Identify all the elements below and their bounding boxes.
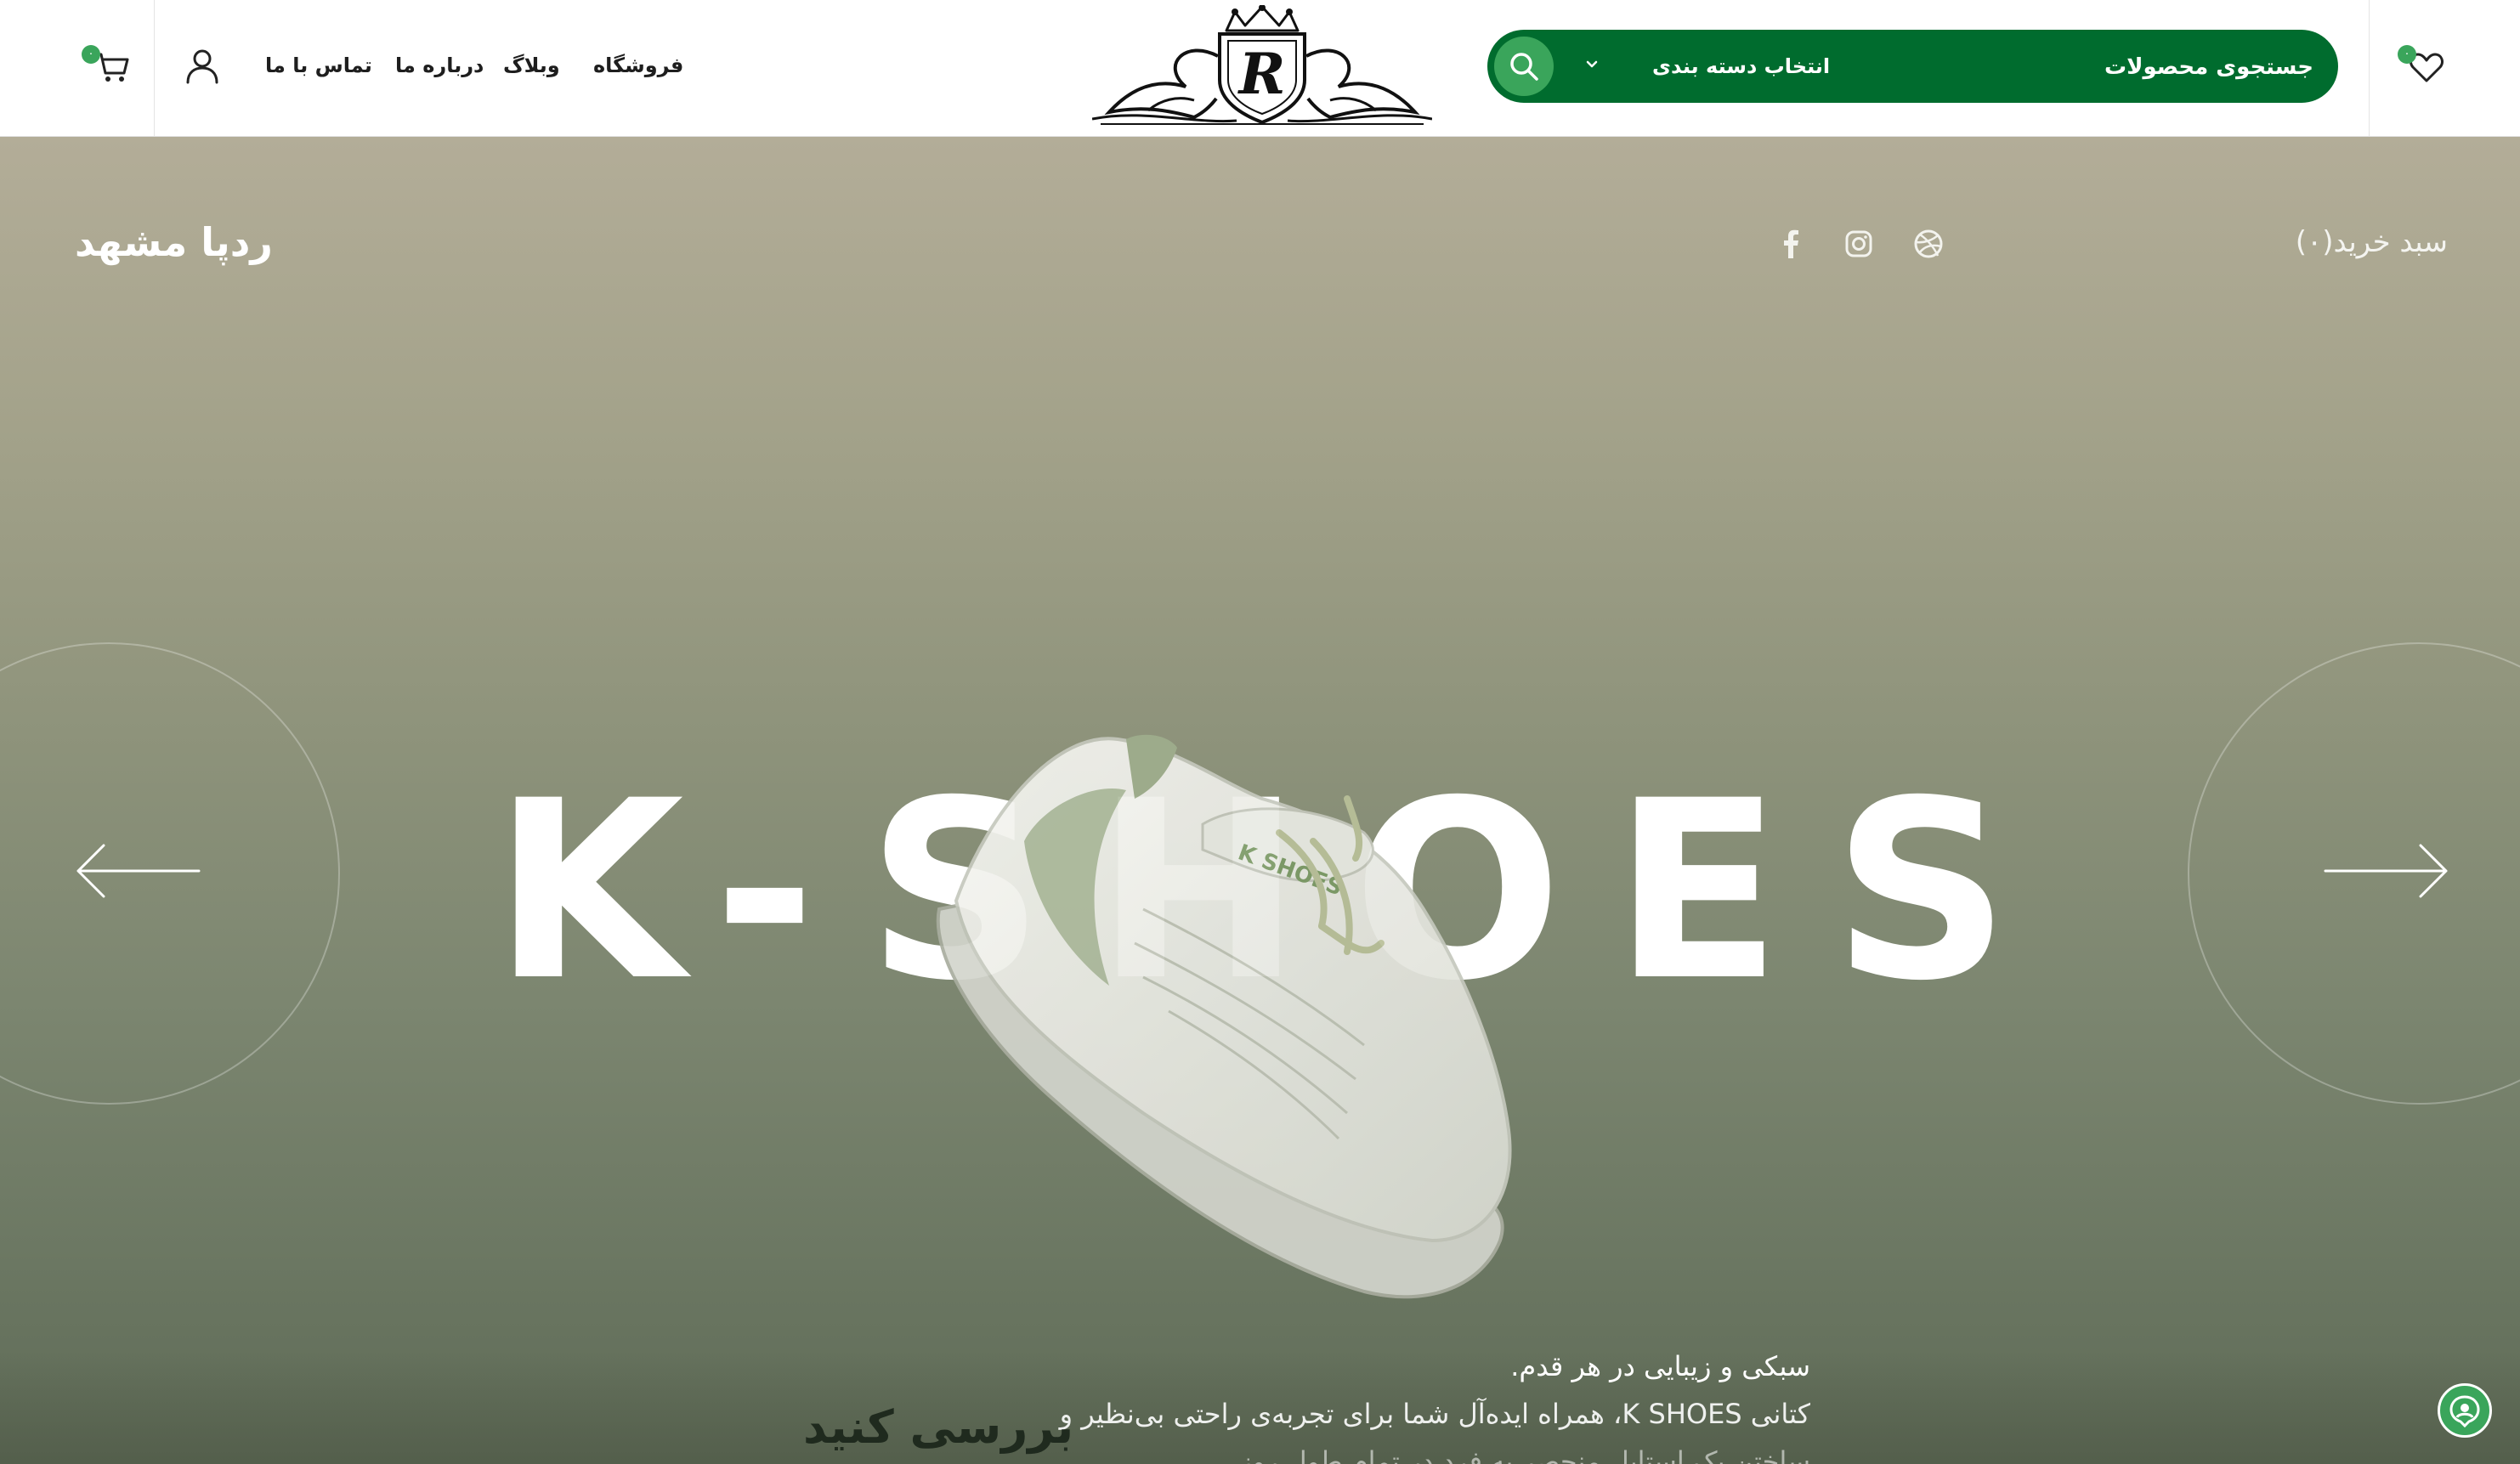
hero-description-line3: ساختن یک استایل منحصر به فرد در تمام طول… bbox=[1230, 1445, 1810, 1464]
cart-count-badge: ۰ bbox=[82, 45, 100, 64]
search-bar: انتخاب دسته بندی bbox=[1487, 30, 2338, 103]
shoe-image: K SHOES bbox=[936, 734, 1512, 1299]
header-wishlist[interactable]: ۰ bbox=[2369, 0, 2520, 136]
dribbble-icon[interactable] bbox=[1912, 228, 1945, 260]
search-button[interactable] bbox=[1494, 37, 1554, 96]
search-input[interactable] bbox=[1938, 47, 2315, 88]
store-name: ردپا مشهد bbox=[75, 219, 273, 265]
search-icon bbox=[1510, 53, 1538, 81]
chat-icon bbox=[2449, 1395, 2480, 1427]
header-cart[interactable]: ۰ bbox=[0, 0, 155, 136]
nav-shop[interactable]: فروشگاه bbox=[593, 48, 683, 82]
nav-blog[interactable]: وبلاگ bbox=[503, 48, 560, 82]
site-logo[interactable]: R bbox=[1092, 5, 1432, 131]
chevron-down-icon[interactable] bbox=[1581, 54, 1603, 76]
facebook-icon[interactable] bbox=[1775, 228, 1807, 260]
site-header: ۰ تماس با ما درباره ما وبلاگ فروشگاه R ا… bbox=[0, 0, 2520, 137]
nav-contact[interactable]: تماس با ما bbox=[265, 48, 372, 82]
instagram-icon[interactable] bbox=[1843, 228, 1875, 260]
hero-description: سبکی و زیبایی در هر قدم. کتانی K SHOES، … bbox=[1045, 1342, 1810, 1464]
category-select[interactable]: انتخاب دسته بندی bbox=[1652, 47, 1830, 86]
hero-description-line2: کتانی K SHOES، همراه ایده‌آل شما برای تج… bbox=[1059, 1398, 1810, 1430]
hero-section: ردپا مشهد سبد خرید(۰) K-SHOES bbox=[0, 136, 2520, 1464]
chat-button[interactable] bbox=[2438, 1383, 2492, 1438]
wishlist-count-badge: ۰ bbox=[2398, 45, 2416, 64]
nav-about[interactable]: درباره ما bbox=[395, 48, 484, 82]
explore-button[interactable]: بررسی کنید bbox=[803, 1393, 1073, 1461]
logo-letter: R bbox=[1237, 41, 1286, 107]
hero-cart-link[interactable]: سبد خرید(۰) bbox=[2296, 221, 2448, 263]
hero-description-line1: سبکی و زیبایی در هر قدم. bbox=[1510, 1350, 1810, 1382]
user-icon[interactable] bbox=[184, 47, 221, 86]
